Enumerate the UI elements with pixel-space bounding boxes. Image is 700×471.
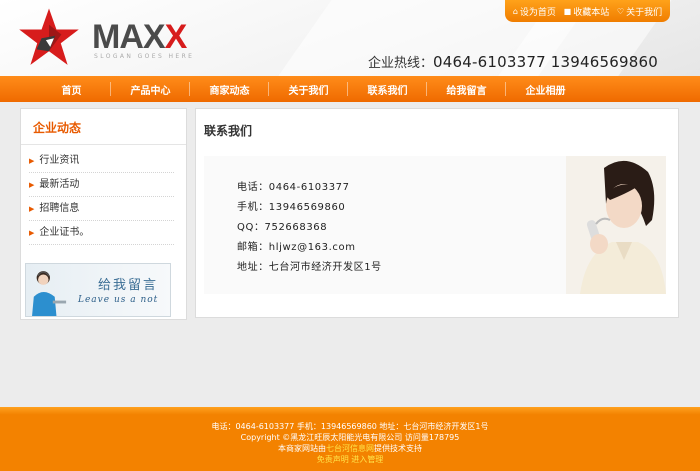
about-us-top-label: 关于我们 — [626, 7, 663, 18]
footer-copyright: Copyright ©黑龙江旺辰太阳能光电有限公司 访问量178795 — [240, 433, 460, 442]
contact-box: 电话：0464-6103377 手机：13946569860 QQ：752668… — [204, 156, 666, 294]
footer-contact-line: 电话：0464-6103377 手机：13946569860 地址：七台河市经济… — [211, 422, 489, 431]
hotline-label: 企业热线： — [368, 56, 434, 71]
arrow-right-icon: ▶ — [29, 204, 35, 213]
sidebar-item-jobs[interactable]: ▶ 招聘信息 — [29, 197, 174, 221]
top-links: ⌂ 设为首页 ■ 收藏本站 ♡ 关于我们 — [505, 0, 670, 22]
disclaimer-link[interactable]: 免责声明 — [317, 455, 349, 464]
main-nav: 首页 产品中心 商家动态 关于我们 联系我们 给我留言 企业相册 — [0, 76, 700, 102]
logo-star-icon — [19, 8, 79, 65]
contact-phone: 电话：0464-6103377 — [237, 182, 350, 193]
home-icon: ⌂ — [512, 6, 518, 16]
footer-support-link[interactable]: 七台河信息网 — [326, 444, 374, 453]
leave-message-banner[interactable]: 给我留言 Leave us a not — [25, 263, 171, 317]
sidebar-item-label: 最新活动 — [39, 178, 80, 190]
sidebar-item-latest-events[interactable]: ▶ 最新活动 — [29, 173, 174, 197]
slogan: SLOGAN GOES HERE — [94, 53, 195, 60]
contact-address: 地址：七台河市经济开发区1号 — [237, 262, 382, 273]
sidebar-title: 企业动态 — [21, 109, 186, 145]
contact-mobile: 手机：13946569860 — [237, 202, 346, 213]
set-homepage-label: 设为首页 — [519, 7, 556, 18]
footer-links: 免责声明 进入管理 — [0, 454, 700, 465]
sidebar: 企业动态 ▶ 行业资讯 ▶ 最新活动 ▶ 招聘信息 ▶ 企业证书。 给我留言 Leave… — [20, 108, 187, 320]
bookmark-site-label: 收藏本站 — [573, 7, 610, 18]
header: MAXX SLOGAN GOES HERE ⌂ 设为首页 ■ 收藏本站 ♡ 关于我们 … — [0, 0, 700, 76]
logo-text-accent: X — [164, 18, 188, 56]
sidebar-list: ▶ 行业资讯 ▶ 最新活动 ▶ 招聘信息 ▶ 企业证书。 — [21, 145, 186, 245]
info-icon: ♡ — [616, 6, 625, 16]
bookmark-site-link[interactable]: ■ 收藏本站 — [564, 5, 610, 18]
about-us-top-link[interactable]: ♡ 关于我们 — [617, 5, 662, 18]
contact-qq: QQ：752668368 — [237, 222, 328, 233]
support-agent-icon — [32, 271, 67, 316]
arrow-right-icon: ▶ — [29, 228, 35, 237]
customer-service-photo — [566, 156, 666, 294]
arrow-right-icon: ▶ — [29, 156, 35, 165]
sidebar-item-label: 行业资讯 — [39, 154, 80, 166]
nav-item-news[interactable]: 商家动态 — [190, 76, 269, 102]
sidebar-item-certificates[interactable]: ▶ 企业证书。 — [29, 221, 174, 245]
logo-text-main: MAX — [92, 18, 166, 56]
nav-item-message[interactable]: 给我留言 — [427, 76, 506, 102]
nav-item-home[interactable]: 首页 — [32, 76, 111, 102]
logo-text[interactable]: MAXX — [92, 18, 188, 56]
bookmark-icon: ■ — [563, 6, 572, 16]
hotline: 企业热线：0464-6103377 13946569860 — [368, 52, 658, 71]
leave-message-subtitle: Leave us a not — [78, 295, 159, 305]
page-title: 联系我们 — [204, 124, 253, 138]
sidebar-item-industry-news[interactable]: ▶ 行业资讯 — [29, 149, 174, 173]
nav-item-contact[interactable]: 联系我们 — [348, 76, 427, 102]
sidebar-item-label: 企业证书。 — [39, 226, 90, 238]
contact-list: 电话：0464-6103377 手机：13946569860 QQ：752668… — [237, 178, 382, 278]
nav-item-album[interactable]: 企业相册 — [506, 76, 585, 102]
contact-email: 邮箱：hljwz@163.com — [237, 242, 356, 253]
set-homepage-link[interactable]: ⌂ 设为首页 — [513, 5, 556, 18]
footer-support-prefix: 本商家网站由 — [278, 444, 326, 453]
admin-login-link[interactable]: 进入管理 — [351, 455, 383, 464]
sidebar-item-label: 招聘信息 — [39, 202, 80, 214]
arrow-right-icon: ▶ — [29, 180, 35, 189]
leave-message-title: 给我留言 — [98, 278, 159, 293]
footer: 电话：0464-6103377 手机：13946569860 地址：七台河市经济… — [0, 407, 700, 471]
nav-item-about[interactable]: 关于我们 — [269, 76, 348, 102]
hotline-numbers: 0464-6103377 13946569860 — [433, 53, 658, 71]
main-content: 联系我们 电话：0464-6103377 手机：13946569860 QQ：7… — [195, 108, 679, 318]
footer-support-line: 本商家网站由七台河信息网提供技术支持 — [0, 443, 700, 454]
nav-item-products[interactable]: 产品中心 — [111, 76, 190, 102]
footer-support-suffix: 提供技术支持 — [374, 444, 422, 453]
